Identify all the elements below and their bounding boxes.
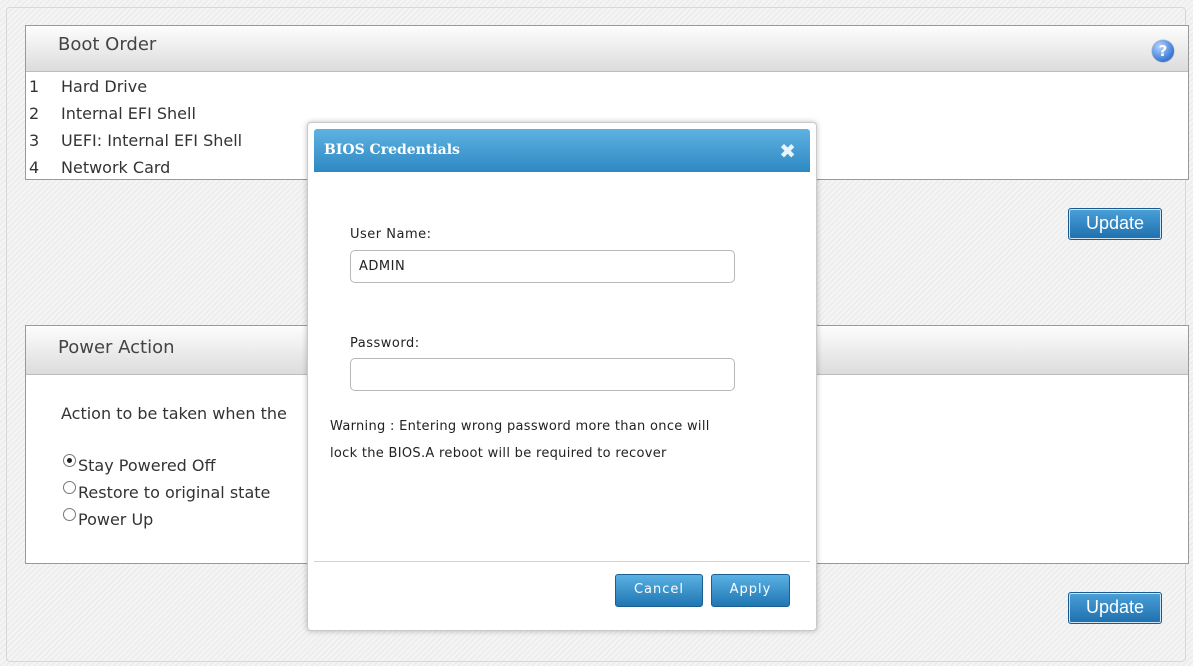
boot-item-number: 3 [29, 131, 40, 150]
apply-button[interactable]: Apply [711, 574, 790, 607]
dialog-header: BIOS Credentials ✖ [314, 129, 810, 172]
boot-item-number: 4 [29, 158, 40, 177]
radio-label: Stay Powered Off [78, 456, 216, 475]
boot-item-number: 1 [29, 77, 40, 96]
bios-credentials-dialog: BIOS Credentials ✖ User Name: Password: … [307, 122, 817, 631]
radio-restore-original-state[interactable]: Restore to original state [63, 481, 271, 502]
power-action-description: Action to be taken when the [61, 404, 287, 423]
warning-text: Warning : Entering wrong password more t… [330, 413, 800, 467]
boot-item-name: Hard Drive [61, 77, 148, 96]
radio-unchecked-icon[interactable] [63, 508, 76, 521]
radio-checked-icon[interactable] [63, 454, 76, 467]
dialog-title: BIOS Credentials [324, 142, 460, 158]
close-icon[interactable]: ✖ [779, 139, 796, 163]
radio-stay-powered-off[interactable]: Stay Powered Off [63, 454, 216, 475]
radio-unchecked-icon[interactable] [63, 481, 76, 494]
cancel-button[interactable]: Cancel [615, 574, 703, 607]
username-field[interactable] [350, 250, 735, 283]
question-circle-icon[interactable]: ? [1152, 40, 1174, 62]
boot-item-name: UEFI: Internal EFI Shell [61, 131, 243, 150]
boot-item-name: Network Card [61, 158, 171, 177]
warning-line: lock the BIOS.A reboot will be required … [330, 446, 667, 461]
password-label: Password: [350, 336, 420, 351]
boot-order-title: Boot Order [26, 26, 1188, 72]
boot-item-number: 2 [29, 104, 40, 123]
power-action-update-button[interactable]: Update [1068, 592, 1162, 624]
radio-label: Restore to original state [78, 483, 271, 502]
radio-power-up[interactable]: Power Up [63, 508, 154, 529]
boot-order-update-button[interactable]: Update [1068, 208, 1162, 240]
boot-item-name: Internal EFI Shell [61, 104, 196, 123]
password-field[interactable] [350, 358, 735, 391]
radio-label: Power Up [78, 510, 154, 529]
warning-line: Warning : Entering wrong password more t… [330, 419, 710, 434]
dialog-divider [314, 561, 810, 562]
username-label: User Name: [350, 227, 432, 242]
